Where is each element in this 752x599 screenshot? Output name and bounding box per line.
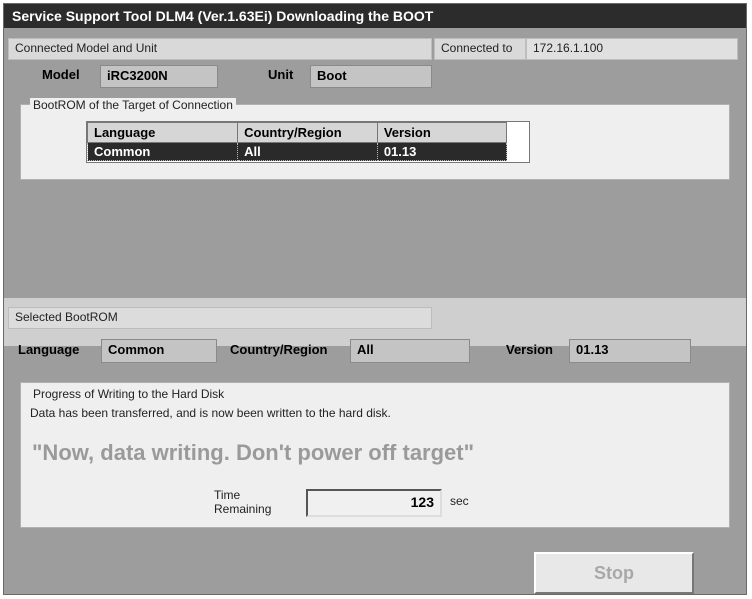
time-remaining-label-line2: Remaining bbox=[214, 502, 272, 516]
time-unit: sec bbox=[450, 494, 469, 508]
window-title: Service Support Tool DLM4 (Ver.1.63Ei) D… bbox=[4, 4, 746, 28]
column-header-country-region[interactable]: Country/Region bbox=[237, 122, 378, 143]
unit-label: Unit bbox=[268, 67, 294, 82]
selected-country-value: All bbox=[350, 339, 470, 363]
time-remaining-label: Time Remaining bbox=[214, 488, 271, 516]
row-country: All bbox=[237, 142, 378, 161]
column-header-version[interactable]: Version bbox=[376, 122, 508, 143]
bootrom-table-frame: Language Country/Region Version Common A… bbox=[86, 121, 530, 163]
column-header-language[interactable]: Language bbox=[86, 122, 239, 143]
model-label: Model bbox=[42, 67, 80, 82]
time-remaining-label-line1: Time bbox=[214, 488, 241, 502]
selected-bootrom-section-label: Selected BootROM bbox=[8, 307, 432, 329]
selected-country-label: Country/Region bbox=[230, 342, 328, 357]
connected-to-value: 172.16.1.100 bbox=[526, 38, 738, 60]
selected-language-value: Common bbox=[101, 339, 217, 363]
bootrom-table: Language Country/Region Version Common A… bbox=[86, 122, 508, 161]
selected-version-label: Version bbox=[506, 342, 553, 357]
selected-version-value: 01.13 bbox=[569, 339, 691, 363]
row-version: 01.13 bbox=[376, 142, 508, 161]
table-row[interactable]: Common All 01.13 bbox=[86, 142, 508, 161]
unit-value: Boot bbox=[310, 65, 432, 88]
progress-group-label: Progress of Writing to the Hard Disk bbox=[30, 387, 228, 401]
bootrom-target-group-label: BootROM of the Target of Connection bbox=[30, 98, 236, 112]
time-remaining-value: 123 bbox=[306, 489, 442, 517]
connected-to-label: Connected to bbox=[434, 38, 526, 60]
power-off-warning: "Now, data writing. Don't power off targ… bbox=[32, 440, 475, 465]
row-language: Common bbox=[86, 142, 239, 161]
connected-model-section-label: Connected Model and Unit bbox=[8, 38, 432, 60]
selected-language-label: Language bbox=[18, 342, 80, 357]
progress-message: Data has been transferred, and is now be… bbox=[30, 406, 391, 420]
stop-button[interactable]: Stop bbox=[534, 552, 694, 594]
main-window: Service Support Tool DLM4 (Ver.1.63Ei) D… bbox=[3, 3, 747, 595]
model-value: iRC3200N bbox=[100, 65, 218, 88]
